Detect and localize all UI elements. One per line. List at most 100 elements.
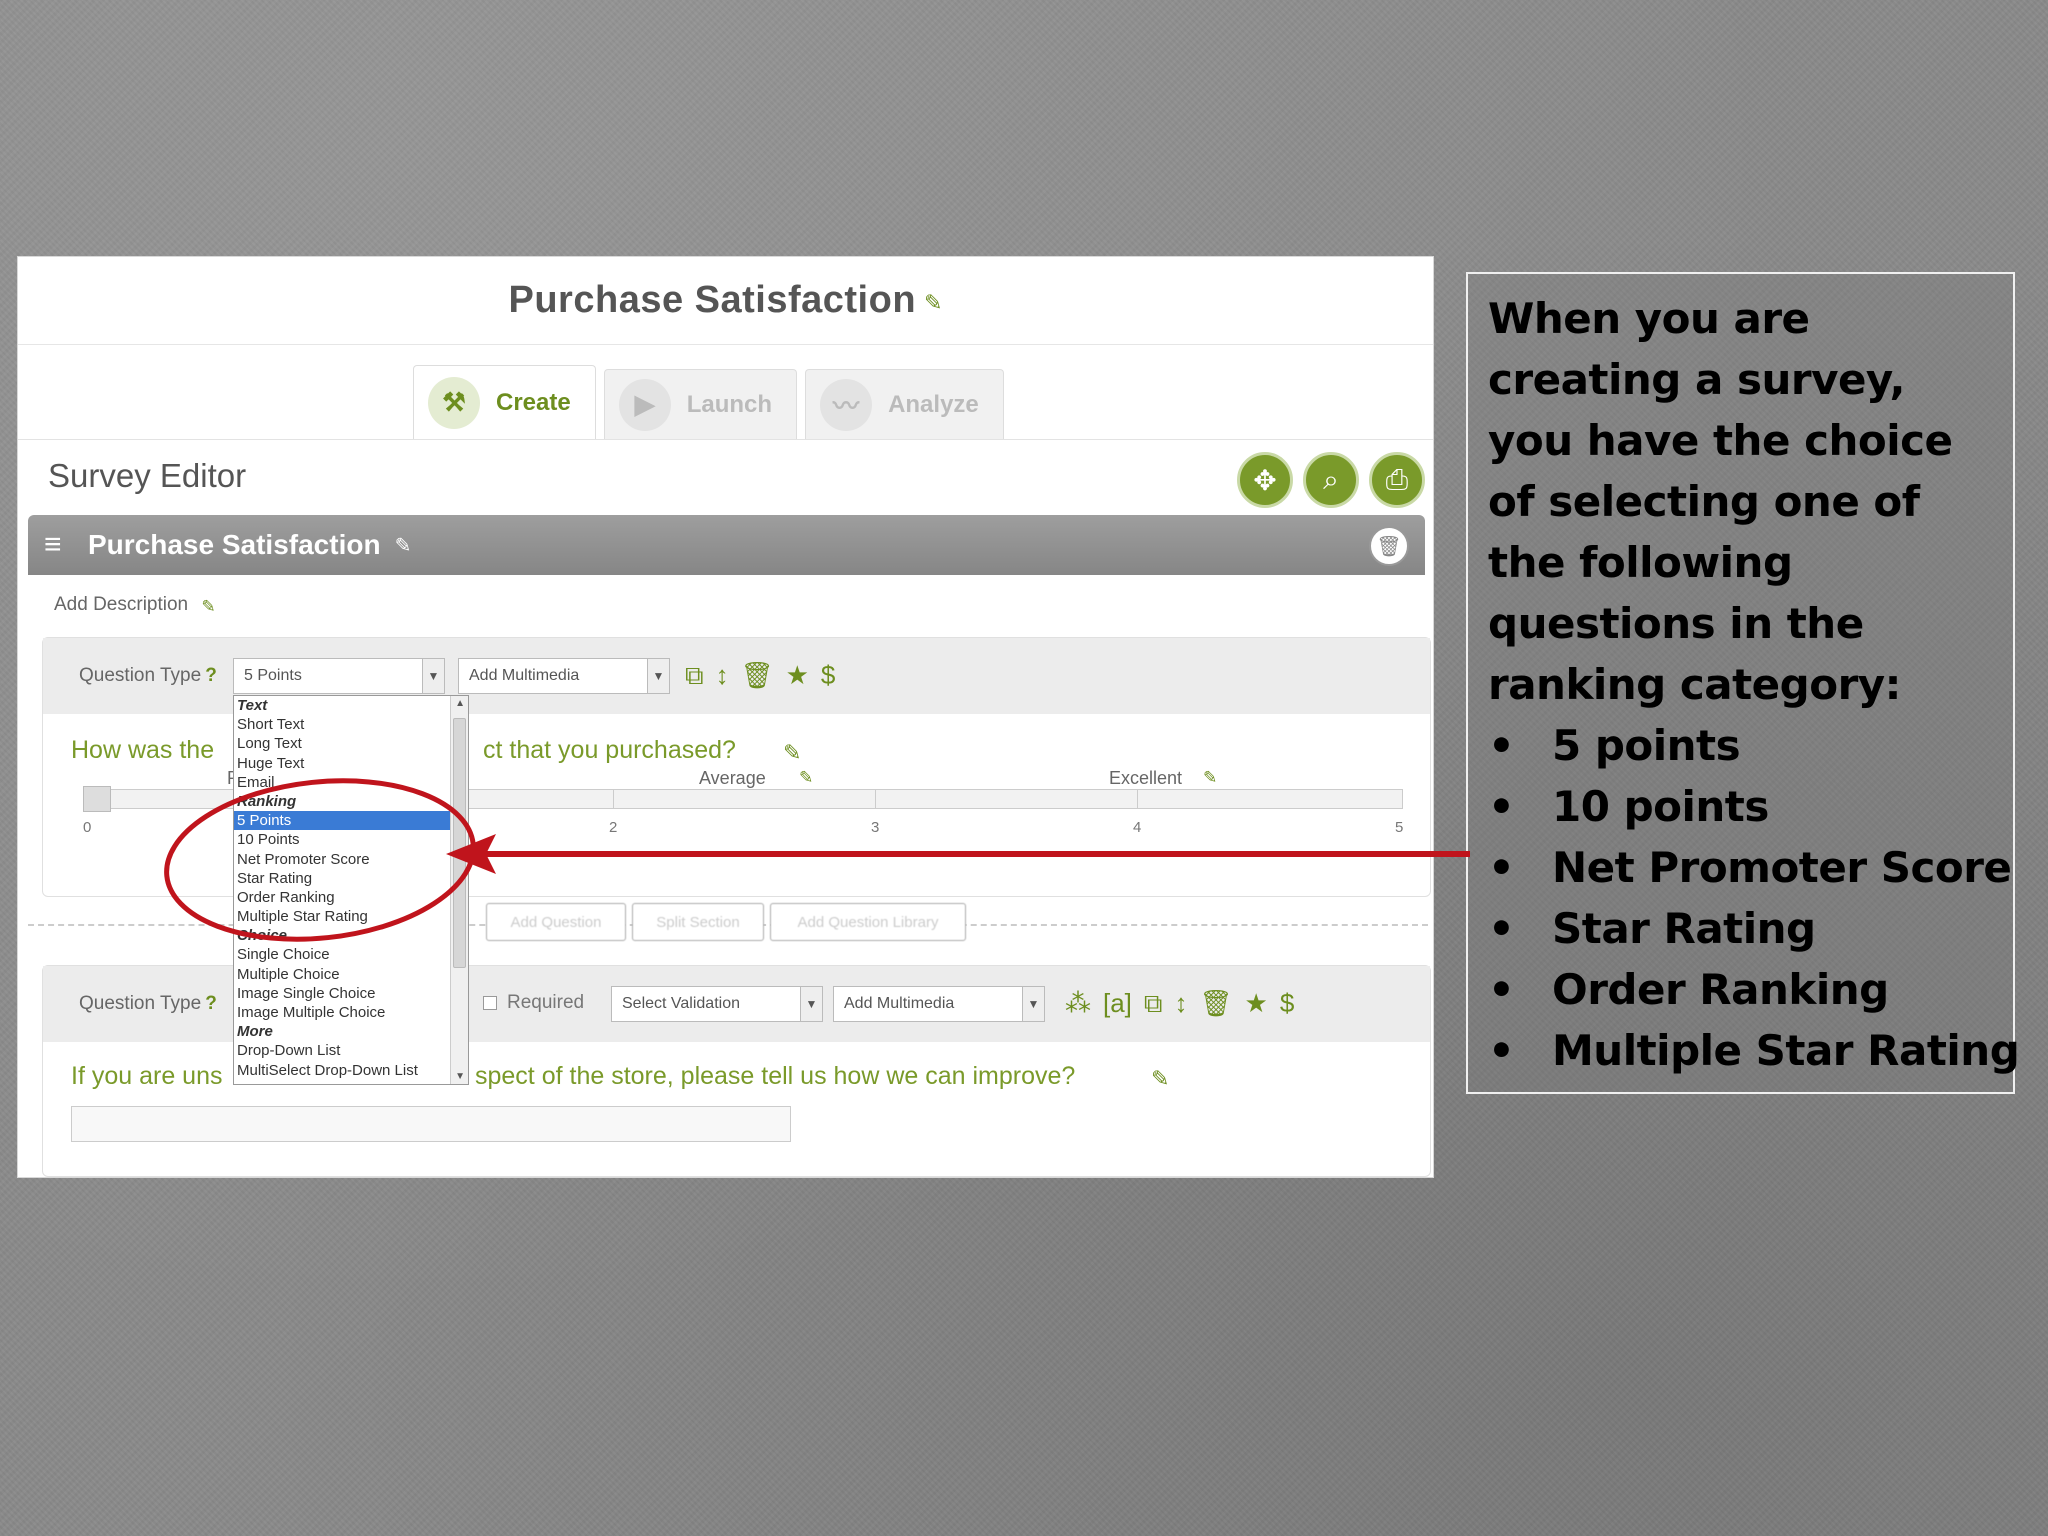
- question-type-dropdown-list[interactable]: Text Short Text Long Text Huge Text Email Ran…: [233, 695, 469, 1085]
- edit-excellent-pencil-icon[interactable]: ✎: [1203, 768, 1217, 788]
- tab-launch[interactable]: ▶ Launch: [603, 369, 798, 439]
- dropdown-option[interactable]: Multiple Choice: [234, 965, 468, 984]
- answer-text-field[interactable]: [71, 1106, 791, 1142]
- question-type-value: 5 Points: [244, 667, 302, 684]
- bullet-icon: •: [1488, 782, 1515, 831]
- dropdown-option[interactable]: Huge Text: [234, 754, 468, 773]
- dollar-icon[interactable]: $: [1280, 988, 1294, 1020]
- dropdown-option[interactable]: 5 Points: [234, 811, 468, 831]
- dropdown-option[interactable]: Image Single Choice: [234, 984, 468, 1003]
- dropdown-option[interactable]: Long Text: [234, 734, 468, 753]
- star-icon[interactable]: ★: [786, 660, 809, 692]
- dropdown-option[interactable]: Image Multiple Choice: [234, 1003, 468, 1022]
- copy-icon[interactable]: ⧉: [1144, 988, 1163, 1020]
- bullet-icon: •: [1488, 843, 1515, 892]
- dropdown-option[interactable]: Multiple Star Rating: [234, 907, 468, 926]
- add-multimedia-select[interactable]: Add Multimedia ▼: [458, 658, 670, 694]
- dropdown-option[interactable]: Single Choice: [234, 945, 468, 964]
- split-section-button[interactable]: Split Section: [632, 903, 764, 941]
- question-type-label: Question Type?: [79, 993, 217, 1014]
- list-item: • Multiple Star Rating: [1488, 1020, 2020, 1081]
- editor-toolbar: ✥ ⌕ ⎙: [1237, 452, 1425, 508]
- print-button[interactable]: ⎙: [1369, 452, 1425, 508]
- edit-section-pencil-icon[interactable]: ✎: [395, 533, 412, 558]
- scroll-down-icon[interactable]: ▼: [455, 1071, 465, 1082]
- explanation-box: When you are creating a survey, you have…: [1466, 272, 2020, 1094]
- edit-question-pencil-icon[interactable]: ✎: [783, 740, 801, 766]
- star-icon[interactable]: ★: [1245, 988, 1268, 1020]
- question-2-text-start: If you are uns: [71, 1062, 223, 1090]
- tick-mark: [875, 789, 876, 809]
- move-icon: ✥: [1253, 464, 1277, 496]
- dropdown-group-header: Text: [237, 697, 268, 714]
- scale-slider-handle[interactable]: [83, 786, 111, 812]
- logic-tree-icon[interactable]: ⁂: [1065, 988, 1091, 1020]
- list-item-text: Order Ranking: [1552, 965, 1889, 1014]
- scroll-up-icon[interactable]: ▲: [455, 698, 465, 709]
- list-item-text: 5 points: [1552, 721, 1741, 770]
- dollar-icon[interactable]: $: [821, 660, 835, 692]
- page-title: Purchase Satisfaction: [508, 279, 917, 321]
- scrollbar-thumb[interactable]: [453, 718, 466, 968]
- chevron-down-icon: ▼: [422, 659, 444, 693]
- preview-button[interactable]: ⌕: [1303, 452, 1359, 508]
- copy-icon[interactable]: ⧉: [685, 660, 704, 692]
- ranking-types-list: • 5 points • 10 points • Net Promoter Score • S…: [1488, 715, 2020, 1081]
- tick-mark: [1137, 789, 1138, 809]
- dropdown-option[interactable]: Drop-Down List: [234, 1041, 468, 1060]
- add-multimedia-select[interactable]: Add Multimedia ▼: [833, 986, 1045, 1022]
- required-checkbox[interactable]: Required: [483, 992, 584, 1014]
- dropdown-option[interactable]: MultiSelect Drop-Down List: [234, 1061, 468, 1080]
- dropdown-option[interactable]: Order Ranking: [234, 888, 468, 907]
- list-item-text: Net Promoter Score: [1552, 843, 2012, 892]
- trash-icon[interactable]: 🗑: [1200, 988, 1233, 1020]
- trash-icon[interactable]: 🗑: [741, 660, 774, 692]
- help-icon[interactable]: ?: [205, 993, 217, 1014]
- list-item: • Net Promoter Score: [1488, 837, 2012, 898]
- edit-question-pencil-icon[interactable]: ✎: [1151, 1066, 1169, 1092]
- list-item: • 10 points: [1488, 776, 1995, 837]
- move-button[interactable]: ✥: [1237, 452, 1293, 508]
- add-question-button[interactable]: Add Question: [486, 903, 626, 941]
- chevron-down-icon: ▼: [800, 987, 822, 1021]
- piping-icon[interactable]: [a]: [1103, 988, 1132, 1020]
- edit-title-pencil-icon[interactable]: ✎: [924, 290, 942, 316]
- tab-bar: ⚒ Create ▶ Launch 〰 Analyze: [413, 365, 1004, 439]
- question-1-text-start: How was the: [71, 736, 215, 764]
- add-question-library-button[interactable]: Add Question Library: [770, 903, 966, 941]
- dropdown-scrollbar[interactable]: ▲ ▼: [450, 696, 468, 1084]
- tab-analyze[interactable]: 〰 Analyze: [805, 369, 1004, 439]
- question-type-select[interactable]: 5 Points ▼: [233, 658, 445, 694]
- tab-create-label: Create: [496, 388, 571, 416]
- add-description-link[interactable]: Add Description ✎: [54, 594, 216, 616]
- checkbox[interactable]: [483, 996, 497, 1010]
- select-validation[interactable]: Select Validation ▼: [611, 986, 823, 1022]
- chart-icon: 〰: [820, 378, 873, 431]
- bullet-icon: •: [1488, 1026, 1515, 1075]
- dropdown-group-header: More: [237, 1023, 273, 1041]
- tick-label: 4: [1133, 819, 1142, 836]
- tab-create[interactable]: ⚒ Create: [413, 365, 596, 439]
- dropdown-option[interactable]: Star Rating: [234, 869, 468, 888]
- section-title: Purchase Satisfaction: [88, 529, 381, 560]
- dropdown-option[interactable]: Short Text: [234, 715, 468, 734]
- dropdown-option[interactable]: Email: [234, 773, 468, 792]
- tick-label: 2: [609, 819, 618, 836]
- tick-label: 0: [83, 819, 92, 836]
- delete-section-button[interactable]: 🗑: [1369, 526, 1409, 566]
- move-vertical-icon[interactable]: ↕: [716, 660, 729, 692]
- question-type-label: Question Type?: [79, 665, 217, 686]
- scale-label-excellent: Excellent: [1109, 768, 1183, 788]
- move-vertical-icon[interactable]: ↕: [1175, 988, 1188, 1020]
- question-2-tools: ⁂ [a] ⧉ ↕ 🗑 ★ $: [1065, 988, 1294, 1020]
- hamburger-icon[interactable]: ≡: [44, 530, 74, 560]
- edit-average-pencil-icon[interactable]: ✎: [799, 768, 813, 788]
- tools-icon: ⚒: [428, 376, 480, 429]
- explanation-intro: When you are creating a survey, you have…: [1488, 294, 1953, 709]
- dropdown-option[interactable]: Net Promoter Score: [234, 850, 468, 869]
- list-item-text: Multiple Star Rating: [1552, 1026, 2020, 1075]
- dropdown-option[interactable]: 10 Points: [234, 830, 468, 849]
- help-icon[interactable]: ?: [205, 665, 217, 686]
- chevron-down-icon: ▼: [647, 659, 669, 693]
- chevron-down-icon: ▼: [1022, 987, 1044, 1021]
